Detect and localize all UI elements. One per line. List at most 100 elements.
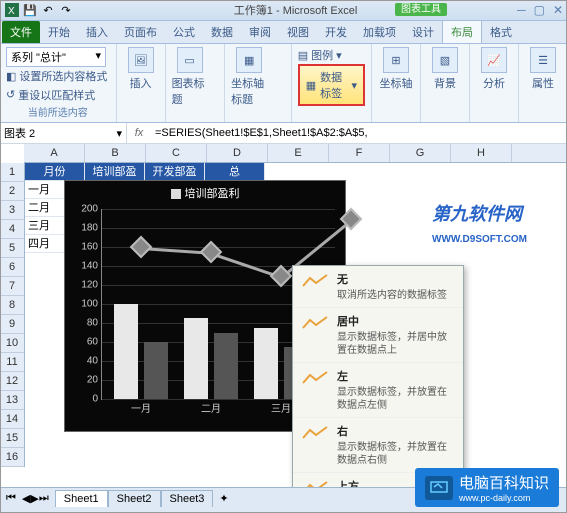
tab-格式[interactable]: 格式 [482, 21, 520, 43]
status-bar: 就绪 平均值: 87.33333333 计数: 5 求和: 1048 [0, 508, 567, 513]
row-header[interactable]: 14 [0, 410, 24, 429]
tab-页面布[interactable]: 页面布 [116, 21, 165, 43]
axes-button[interactable]: ⊞坐标轴 [378, 47, 414, 91]
reset-style-button[interactable]: ↺重设以匹配样式 [6, 86, 110, 104]
background-icon: ▧ [432, 47, 458, 73]
column-header[interactable]: F [329, 144, 390, 162]
reset-icon: ↺ [6, 88, 15, 101]
tab-数据[interactable]: 数据 [203, 21, 241, 43]
contextual-tab-label: 图表工具 [395, 0, 447, 15]
tab-设计[interactable]: 设计 [404, 21, 442, 43]
dropdown-item[interactable]: 无取消所选内容的数据标签 [293, 266, 463, 308]
y-tick: 100 [74, 299, 98, 310]
monitor-icon [425, 476, 453, 500]
row-header[interactable]: 12 [0, 372, 24, 391]
sheet-nav-first-icon[interactable]: ⏮ [0, 492, 22, 505]
line-chart-icon [301, 271, 329, 291]
column-header[interactable]: D [207, 144, 268, 162]
legend-icon: ▤ [298, 49, 308, 62]
sheet-tab[interactable]: Sheet3 [161, 490, 214, 507]
watermark-d9soft: 第九软件网 WWW.D9SOFT.COM [432, 200, 527, 247]
tab-审阅[interactable]: 审阅 [241, 21, 279, 43]
line-marker[interactable] [200, 240, 223, 263]
column-header[interactable]: A [24, 144, 85, 162]
row-header[interactable]: 11 [0, 353, 24, 372]
column-header[interactable]: E [268, 144, 329, 162]
row-header[interactable]: 2 [0, 182, 24, 201]
line-chart-icon [301, 423, 329, 443]
cell-D1[interactable]: 总 [205, 163, 265, 181]
format-icon: ◧ [6, 70, 16, 83]
sheet-nav-prev-icon[interactable]: ◀ [22, 492, 30, 505]
insert-button[interactable]: 🖼插入 [123, 47, 159, 91]
legend-button[interactable]: ▤图例 ▾ [298, 46, 365, 64]
tab-布局[interactable]: 布局 [442, 20, 482, 43]
fx-icon[interactable]: fx [127, 123, 151, 143]
column-header[interactable]: G [390, 144, 451, 162]
sheet-tab[interactable]: Sheet1 [55, 490, 108, 507]
row-header[interactable]: 9 [0, 315, 24, 334]
row-header[interactable]: 5 [0, 239, 24, 258]
tab-开始[interactable]: 开始 [40, 21, 78, 43]
tab-file[interactable]: 文件 [2, 21, 40, 43]
tab-开发[interactable]: 开发 [317, 21, 355, 43]
row-header[interactable]: 8 [0, 296, 24, 315]
tab-插入[interactable]: 插入 [78, 21, 116, 43]
sheet-tab[interactable]: Sheet2 [108, 490, 161, 507]
row-header[interactable]: 13 [0, 391, 24, 410]
column-header[interactable]: C [146, 144, 207, 162]
row-header[interactable]: 6 [0, 258, 24, 277]
formula-bar[interactable]: =SERIES(Sheet1!$E$1,Sheet1!$A$2:$A$5, [151, 123, 567, 143]
undo-icon[interactable]: ↶ [40, 2, 56, 18]
row-header[interactable]: 4 [0, 220, 24, 239]
row-header[interactable]: 1 [0, 163, 24, 182]
tab-公式[interactable]: 公式 [165, 21, 203, 43]
y-tick: 60 [74, 337, 98, 348]
dropdown-item[interactable]: 左显示数据标签，并放置在数据点左侧 [293, 363, 463, 418]
tab-加载项[interactable]: 加载项 [355, 21, 404, 43]
axis-title-button[interactable]: ▦坐标轴标题 [231, 47, 267, 107]
name-box[interactable]: 图表 2▾ [0, 123, 127, 143]
y-tick: 0 [74, 394, 98, 405]
row-header[interactable]: 7 [0, 277, 24, 296]
row-header[interactable]: 16 [0, 448, 24, 467]
close-icon[interactable]: ✕ [553, 3, 563, 17]
line-chart-icon [301, 478, 329, 487]
cell-B1[interactable]: 培训部盈利 [85, 163, 145, 181]
save-icon[interactable]: 💾 [22, 2, 38, 18]
data-labels-button[interactable]: ▦数据标签 ▾ [298, 64, 365, 106]
minimize-icon[interactable]: ─ [517, 3, 526, 17]
chart-element-selector[interactable]: 系列 "总计"▾ [6, 47, 106, 67]
sheet-nav-last-icon[interactable]: ⏭ [39, 492, 55, 505]
column-header[interactable]: H [451, 144, 512, 162]
excel-icon[interactable]: X [4, 2, 20, 18]
group-label: 当前所选内容 [6, 104, 110, 119]
line-marker[interactable] [270, 264, 293, 287]
dropdown-item[interactable]: 右显示数据标签，并放置在数据点右侧 [293, 418, 463, 473]
chevron-down-icon: ▾ [116, 127, 122, 140]
cell-A1[interactable]: 月份 [25, 163, 85, 181]
row-header[interactable]: 3 [0, 201, 24, 220]
row-header[interactable]: 10 [0, 334, 24, 353]
sheet-nav-next-icon[interactable]: ▶ [30, 492, 38, 505]
chart-title-button[interactable]: ▭图表标题 [172, 47, 208, 107]
restore-icon[interactable]: ▢ [534, 3, 545, 17]
line-marker[interactable] [130, 236, 153, 259]
column-header[interactable]: B [85, 144, 146, 162]
dropdown-item[interactable]: 居中显示数据标签，并居中放置在数据点上 [293, 308, 463, 363]
properties-button[interactable]: ☰属性 [525, 47, 561, 91]
data-labels-icon: ▦ [306, 79, 316, 92]
format-selection-button[interactable]: ◧设置所选内容格式 [6, 67, 110, 85]
row-header[interactable]: 15 [0, 429, 24, 448]
analysis-button[interactable]: 📈分析 [476, 47, 512, 91]
tab-视图[interactable]: 视图 [279, 21, 317, 43]
redo-icon[interactable]: ↷ [58, 2, 74, 18]
new-sheet-icon[interactable]: ✦ [213, 492, 234, 505]
properties-icon: ☰ [530, 47, 556, 73]
formula-bar-row: 图表 2▾ fx =SERIES(Sheet1!$E$1,Sheet1!$A$2… [0, 123, 567, 144]
title-bar: X 💾 ↶ ↷ 工作簿1 - Microsoft Excel 图表工具 ─ ▢ … [0, 0, 567, 21]
background-button[interactable]: ▧背景 [427, 47, 463, 91]
bar [184, 318, 208, 399]
cell-C1[interactable]: 开发部盈利 [145, 163, 205, 181]
bar [144, 342, 168, 399]
